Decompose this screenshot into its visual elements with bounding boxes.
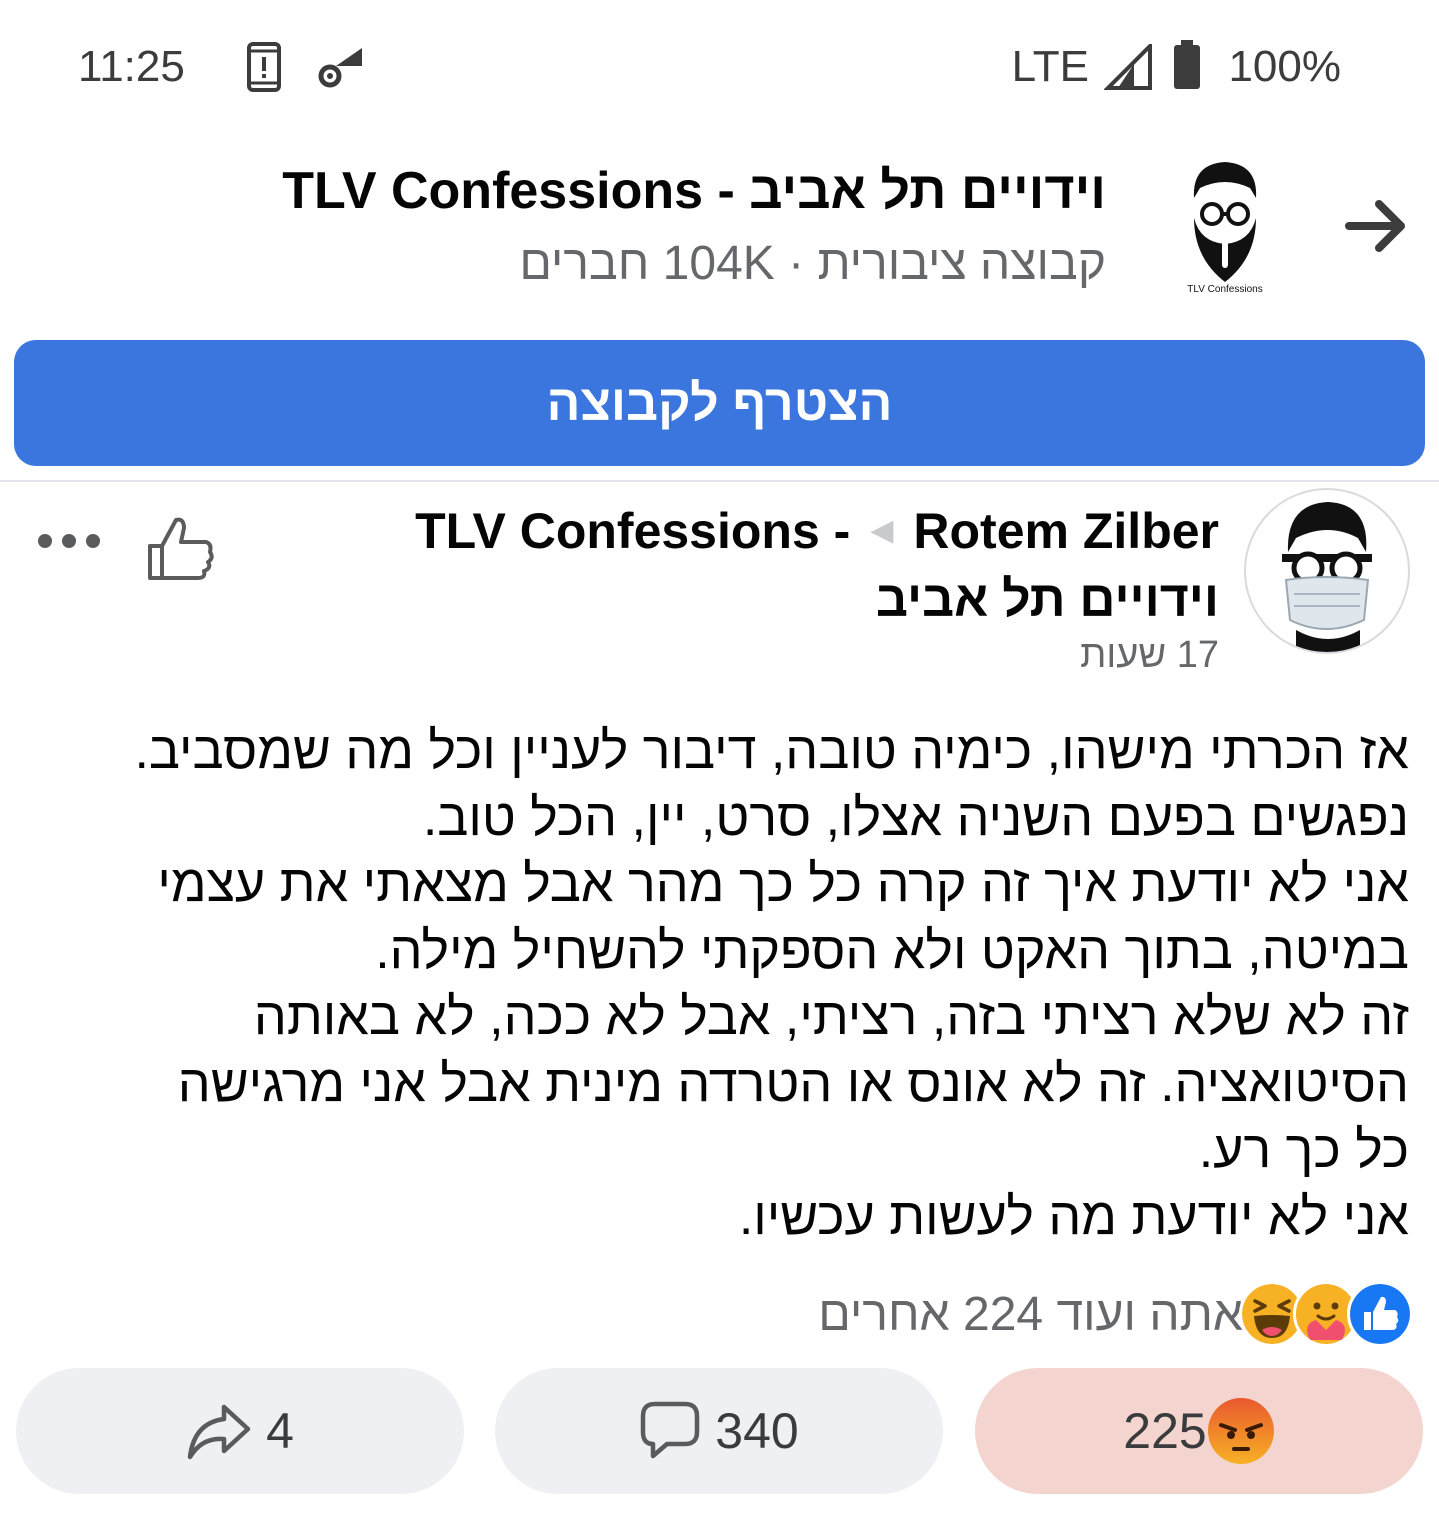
comment-count: 340 bbox=[715, 1403, 799, 1459]
post-group-name[interactable]: TLV Confessions - bbox=[415, 500, 850, 562]
reactions-summary[interactable]: אתה ועוד 224 אחרים bbox=[818, 1281, 1413, 1347]
post-text-line: אז הכרתי מישהו, כימיה טובה, דיבור לעניין… bbox=[134, 722, 1409, 780]
battery-icon bbox=[1174, 40, 1200, 89]
comment-bubble-icon bbox=[641, 1401, 700, 1459]
signal-icon bbox=[1104, 44, 1152, 90]
bearded-man-icon bbox=[1193, 162, 1257, 282]
thumbs-up-icon[interactable] bbox=[144, 514, 216, 582]
join-group-button[interactable]: הצטרף לקבוצה bbox=[14, 340, 1425, 466]
post-text-line: אני לא יודעת איך זה קרה כל כך מהר אבל מצ… bbox=[157, 855, 1409, 913]
group-title[interactable]: וידויים תל אביב - TLV Confessions bbox=[282, 160, 1106, 222]
group-subtitle: קבוצה ציבורית · 104K חברים bbox=[519, 237, 1106, 290]
angry-reaction-icon bbox=[1207, 1398, 1274, 1464]
battery-level: 100% bbox=[1228, 42, 1341, 91]
post-timestamp[interactable]: 17 שעות bbox=[1080, 630, 1219, 680]
post-text: אז הכרתי מישהו, כימיה טובה, דיבור לעניין… bbox=[29, 718, 1409, 1250]
post-header-line: Rotem Zilber ◀ TLV Confessions - bbox=[415, 500, 1219, 562]
author-avatar[interactable] bbox=[1244, 488, 1410, 654]
post-text-line: כל כך רע. bbox=[1198, 1121, 1409, 1179]
divider bbox=[0, 480, 1439, 482]
post-text-line: נפגשים בפעם השניה אצלו, סרט, יין, הכל טו… bbox=[422, 788, 1409, 847]
reactions-summary-text: אתה ועוד 224 אחרים bbox=[818, 1287, 1243, 1341]
share-to-triangle-icon: ◀ bbox=[870, 514, 894, 547]
post-text-line: במיטה, בתוך האקט ולא הספקתי להשחיל מילה. bbox=[375, 921, 1409, 980]
share-arrow-icon bbox=[187, 1404, 251, 1460]
group-logo-caption: TLV Confessions bbox=[1187, 284, 1263, 295]
comment-button[interactable]: 340 bbox=[495, 1368, 943, 1494]
wifi-settings-icon bbox=[318, 48, 362, 88]
group-logo[interactable]: TLV Confessions bbox=[1180, 158, 1270, 298]
post-author-name[interactable]: Rotem Zilber bbox=[913, 500, 1219, 562]
reaction-count: 225 bbox=[1123, 1403, 1207, 1459]
phone-alert-icon bbox=[247, 42, 281, 92]
post-group-name-cont[interactable]: וידויים תל אביב bbox=[876, 568, 1219, 630]
more-options-icon[interactable] bbox=[36, 530, 102, 552]
post-text-line: אני לא יודעת מה לעשות עכשיו. bbox=[738, 1187, 1409, 1246]
like-reaction-icon bbox=[1347, 1281, 1413, 1347]
post-text-line: זה לא שלא רציתי בזה, רציתי, אבל לא ככה, … bbox=[253, 988, 1409, 1046]
masked-man-avatar-icon bbox=[1282, 502, 1372, 652]
share-button[interactable]: 4 bbox=[16, 1368, 464, 1494]
status-time: 11:25 bbox=[78, 42, 185, 91]
back-arrow-icon[interactable] bbox=[1345, 196, 1409, 256]
network-type: LTE bbox=[1011, 42, 1089, 91]
share-count: 4 bbox=[266, 1403, 294, 1459]
reaction-button[interactable]: 225 bbox=[975, 1368, 1423, 1494]
post-text-line: הסיטואציה. זה לא אונס או הטרדה מינית אבל… bbox=[177, 1054, 1409, 1113]
